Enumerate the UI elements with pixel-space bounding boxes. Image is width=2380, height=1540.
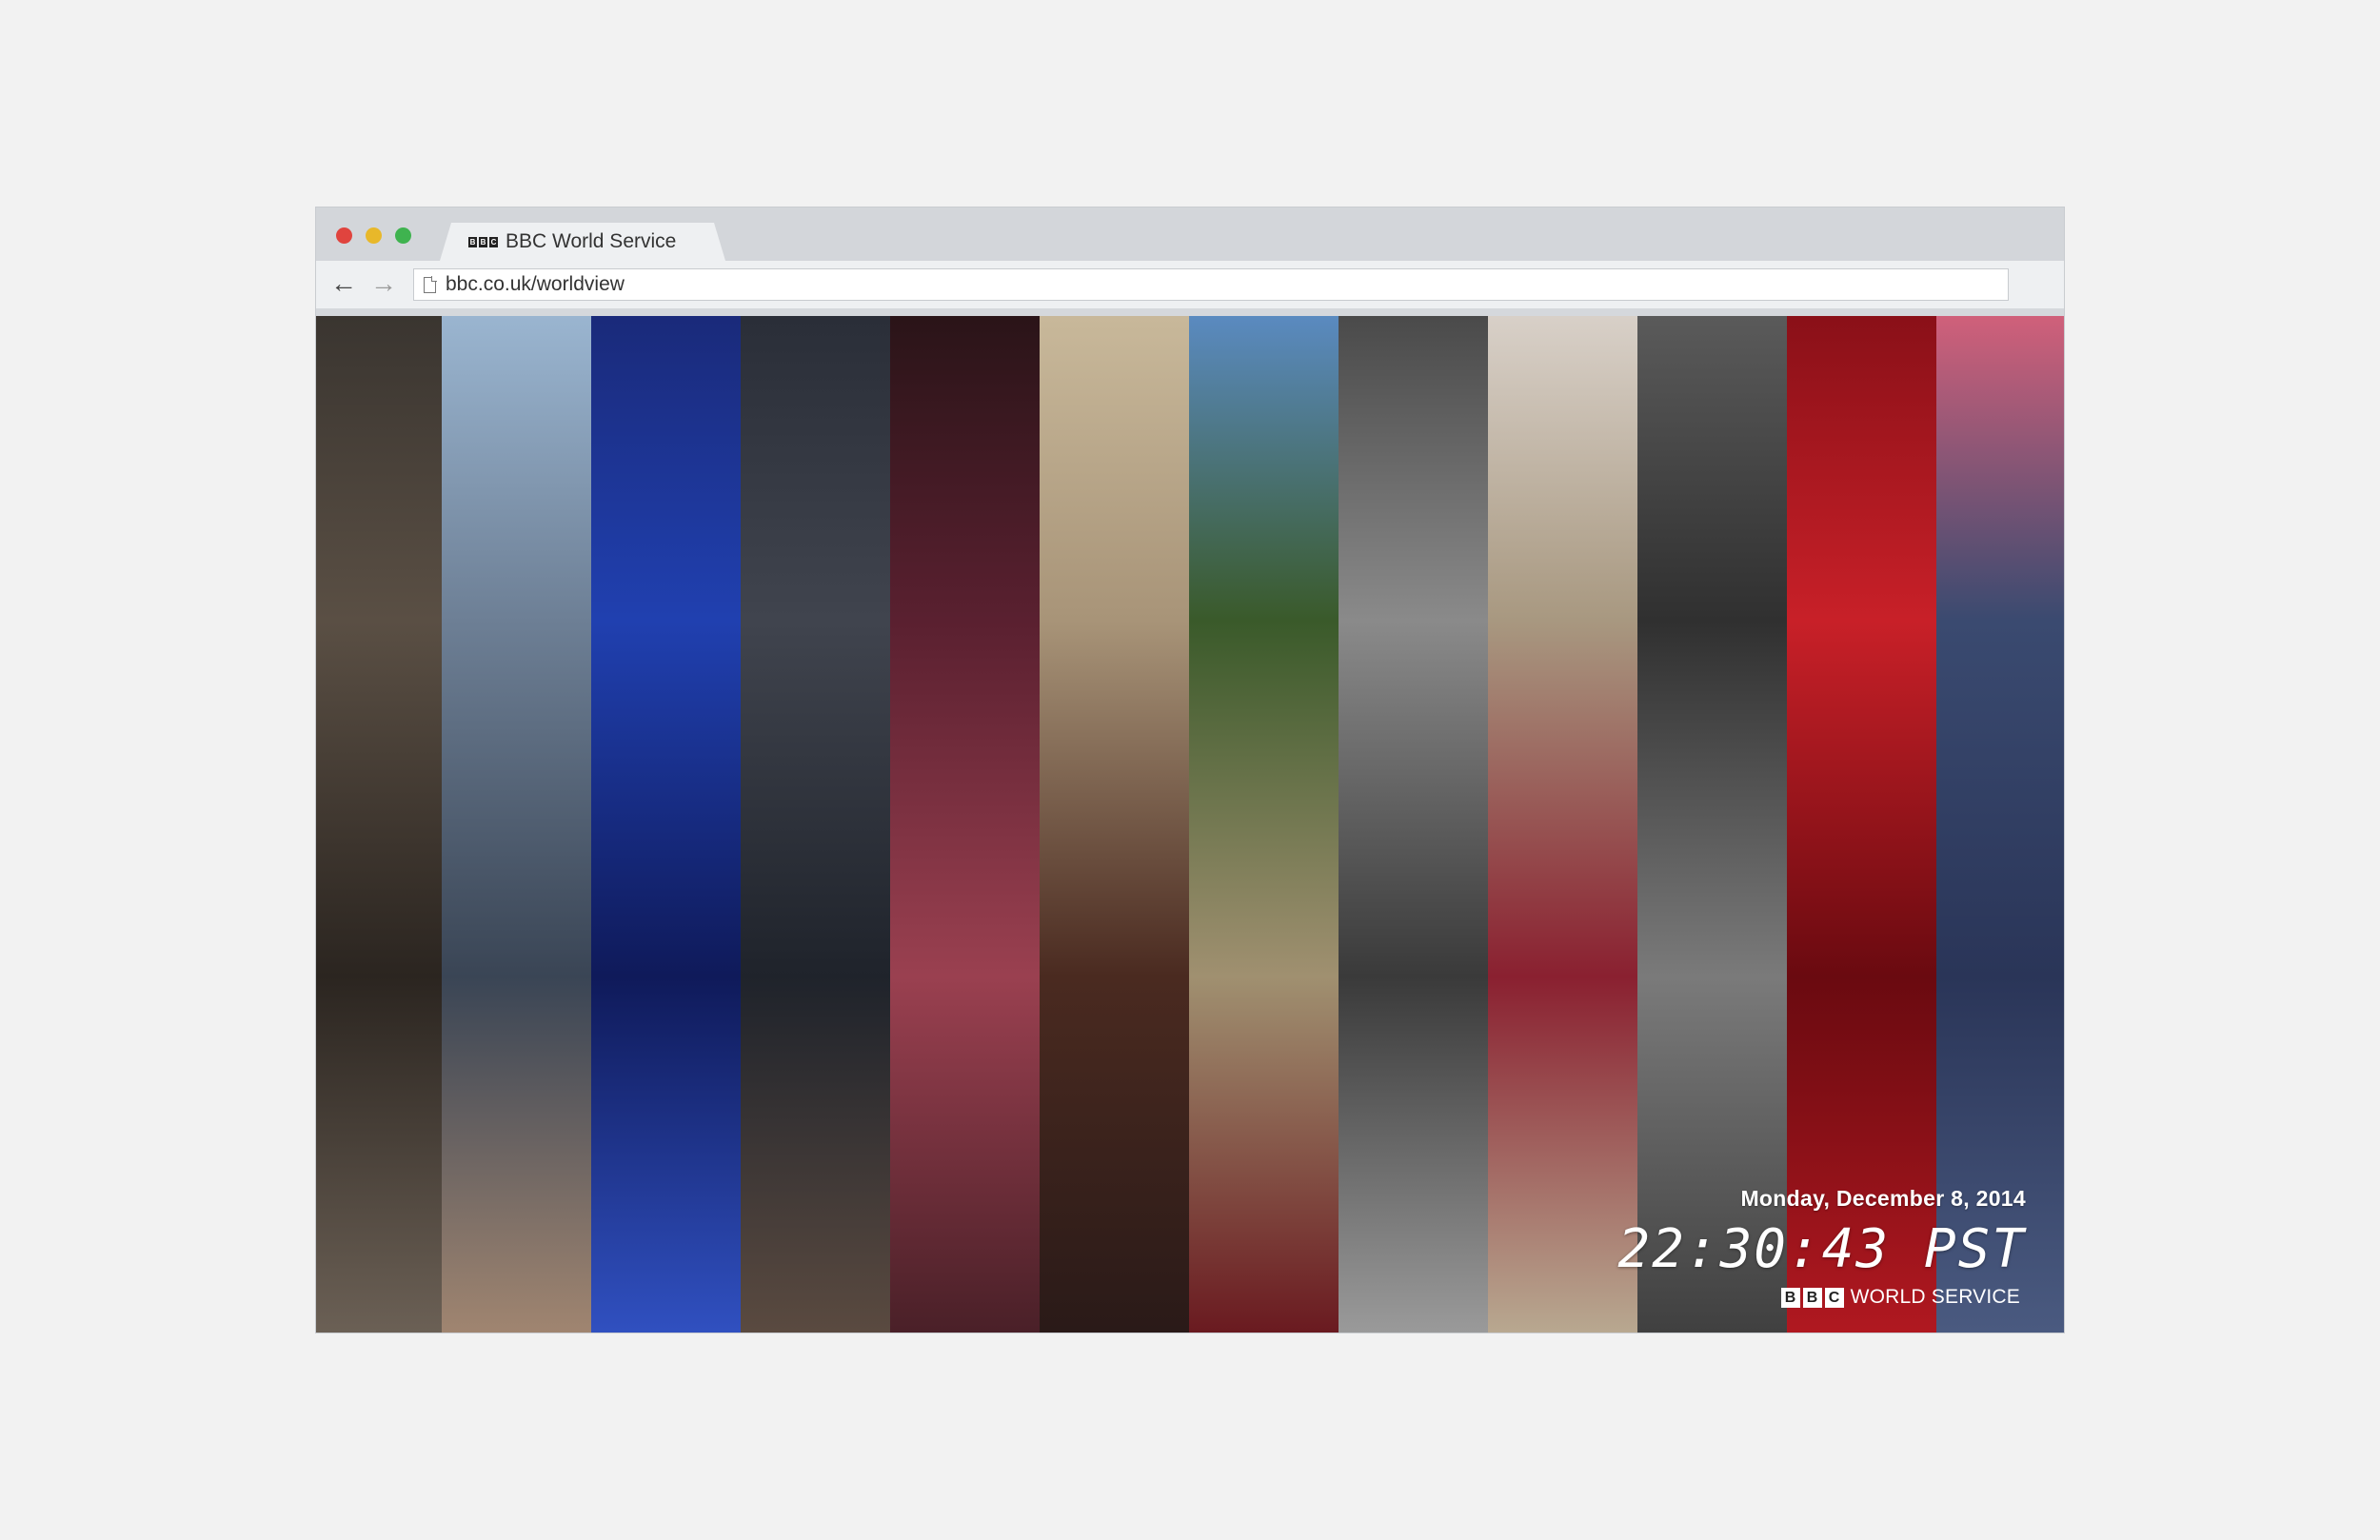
bbc-world-service-logo: B B C WORLD SERVICE [1617,1286,2020,1309]
favicon-letter: B [479,236,487,247]
back-arrow-icon[interactable]: ← [329,269,358,298]
worldview-collage: Monday, December 8, 2014 22:30:43 PST B … [316,316,2064,1333]
strip-bw-portrait [1339,316,1488,1333]
strip-raised-arm [442,316,591,1333]
browser-window: B B C BBC World Service ← → bbc.co.uk/wo… [316,207,2064,1333]
browser-toolbar: ← → bbc.co.uk/worldview [316,261,2064,308]
brand-letter: C [1824,1287,1844,1308]
minimize-window-button[interactable] [366,227,382,244]
strip-graffiti-man [1040,316,1189,1333]
strip-confetti [591,316,741,1333]
strip-school-kids [1936,316,2064,1333]
address-bar[interactable]: bbc.co.uk/worldview [413,268,2009,301]
browser-tab[interactable]: B B C BBC World Service [440,223,725,261]
strip-tomato-splash [1787,316,1936,1333]
tab-title: BBC World Service [506,230,677,252]
strip-crowd-flares [890,316,1040,1333]
page-icon [424,276,437,293]
brand-letter: B [1780,1287,1800,1308]
close-window-button[interactable] [336,227,352,244]
favicon-letter: C [489,236,498,247]
brand-letter: B [1802,1287,1822,1308]
strip-mud-figure [316,316,442,1333]
date-label: Monday, December 8, 2014 [1740,1186,2026,1211]
strip-riot-police [741,316,890,1333]
maximize-window-button[interactable] [395,227,411,244]
brand-text: WORLD SERVICE [1850,1286,2020,1308]
title-bar: B B C BBC World Service [316,207,2064,261]
url-text: bbc.co.uk/worldview [446,273,625,295]
strip-police-crowd [1637,316,1787,1333]
clock-overlay: Monday, December 8, 2014 22:30:43 PST B … [1617,1186,2026,1309]
digital-clock: 22:30:43 PST [1617,1218,2026,1280]
strip-child-dirt [1488,316,1637,1333]
strip-tomato-field [1189,316,1339,1333]
forward-arrow-icon[interactable]: → [369,269,398,298]
favicon-letter: B [468,236,477,247]
bbc-favicon-icon: B B C [468,236,498,247]
